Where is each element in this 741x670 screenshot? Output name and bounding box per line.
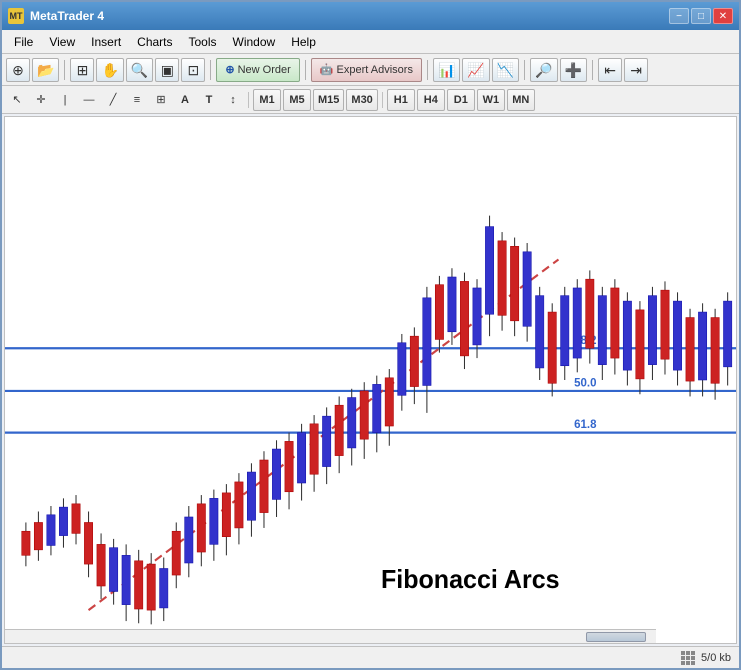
draw-arrow[interactable]: ↕ <box>222 89 244 111</box>
toolbar-open[interactable]: 📂 <box>32 58 59 82</box>
toolbar-new[interactable]: ⊕ <box>6 58 30 82</box>
toolbar-sep3 <box>305 60 306 80</box>
toolbar-sep4 <box>427 60 428 80</box>
timeframe-M1[interactable]: M1 <box>253 89 281 111</box>
close-button[interactable]: ✕ <box>713 8 733 24</box>
timeframe-M15[interactable]: M15 <box>313 89 344 111</box>
menu-tools[interactable]: Tools <box>181 33 225 51</box>
svg-text:Fibonacci Arcs: Fibonacci Arcs <box>381 566 560 595</box>
toolbar-sep6 <box>592 60 593 80</box>
window-title: MetaTrader 4 <box>30 9 669 23</box>
toolbar-hand[interactable]: ✋ <box>96 58 123 82</box>
timeframe-M5[interactable]: M5 <box>283 89 311 111</box>
toolbar-crosshair[interactable]: ⊞ <box>70 58 94 82</box>
toolbar-chart-candle[interactable]: 📈 <box>462 58 489 82</box>
toolbar-chart-line[interactable]: 📉 <box>492 58 519 82</box>
toolbar-left[interactable]: ⇤ <box>598 58 622 82</box>
draw-cursor[interactable]: ↖ <box>6 89 28 111</box>
tf-sep2 <box>382 92 383 108</box>
expert-advisors-button[interactable]: 🤖 Expert Advisors <box>311 58 422 82</box>
app-icon: MT <box>8 8 24 24</box>
status-right: 5/0 kb <box>681 651 731 665</box>
toolbar-period[interactable]: ⊡ <box>181 58 205 82</box>
new-order-button[interactable]: ⊕ New Order <box>216 58 299 82</box>
status-bar: 5/0 kb <box>2 646 739 668</box>
draw-cycle[interactable]: ⊞ <box>150 89 172 111</box>
timeframe-W1[interactable]: W1 <box>477 89 505 111</box>
chart-svg: 38.2 50.0 61.8 <box>5 117 736 643</box>
chart-scrollbar[interactable] <box>5 629 656 643</box>
draw-crosshair[interactable]: ✛ <box>30 89 52 111</box>
maximize-button[interactable]: □ <box>691 8 711 24</box>
draw-line[interactable]: ╱ <box>102 89 124 111</box>
draw-text-A[interactable]: A <box>174 89 196 111</box>
timeframe-H4[interactable]: H4 <box>417 89 445 111</box>
draw-hline[interactable]: — <box>78 89 100 111</box>
menu-insert[interactable]: Insert <box>83 33 129 51</box>
toolbar-chart-bar[interactable]: 📊 <box>433 58 460 82</box>
menu-view[interactable]: View <box>41 33 83 51</box>
main-toolbar: ⊕ 📂 ⊞ ✋ 🔍 ▣ ⊡ ⊕ New Order 🤖 Expert Advis… <box>2 54 739 86</box>
menu-bar: File View Insert Charts Tools Window Hel… <box>2 30 739 54</box>
minimize-button[interactable]: − <box>669 8 689 24</box>
toolbar-props[interactable]: ▣ <box>155 58 179 82</box>
draw-vertical[interactable]: | <box>54 89 76 111</box>
grid-icon <box>681 651 695 665</box>
toolbar-zoom-in[interactable]: 🔍 <box>126 58 153 82</box>
title-bar: MT MetaTrader 4 − □ ✕ <box>2 2 739 30</box>
chart-area[interactable]: 38.2 50.0 61.8 <box>4 116 737 644</box>
menu-charts[interactable]: Charts <box>129 33 180 51</box>
toolbar-sep5 <box>524 60 525 80</box>
toolbar-zoom-out[interactable]: 🔎 <box>530 58 557 82</box>
tf-sep1 <box>248 92 249 108</box>
draw-channel[interactable]: ≡ <box>126 89 148 111</box>
timeframe-D1[interactable]: D1 <box>447 89 475 111</box>
draw-text-T[interactable]: T <box>198 89 220 111</box>
toolbar-right[interactable]: ⇥ <box>624 58 648 82</box>
toolbar-sep2 <box>210 60 211 80</box>
svg-text:50.0: 50.0 <box>574 376 597 389</box>
drawing-toolbar: ↖ ✛ | — ╱ ≡ ⊞ A T ↕ M1 M5 M15 M30 H1 H4 … <box>2 86 739 114</box>
menu-help[interactable]: Help <box>283 33 324 51</box>
main-window: MT MetaTrader 4 − □ ✕ File View Insert C… <box>0 0 741 670</box>
toolbar-zoom-in2[interactable]: ➕ <box>560 58 587 82</box>
window-controls: − □ ✕ <box>669 8 733 24</box>
menu-window[interactable]: Window <box>225 33 284 51</box>
timeframe-M30[interactable]: M30 <box>346 89 377 111</box>
toolbar-sep1 <box>64 60 65 80</box>
menu-file[interactable]: File <box>6 33 41 51</box>
scrollbar-thumb[interactable] <box>586 632 646 642</box>
svg-text:61.8: 61.8 <box>574 418 597 431</box>
timeframe-H1[interactable]: H1 <box>387 89 415 111</box>
timeframe-MN[interactable]: MN <box>507 89 535 111</box>
kb-label: 5/0 kb <box>701 652 731 664</box>
